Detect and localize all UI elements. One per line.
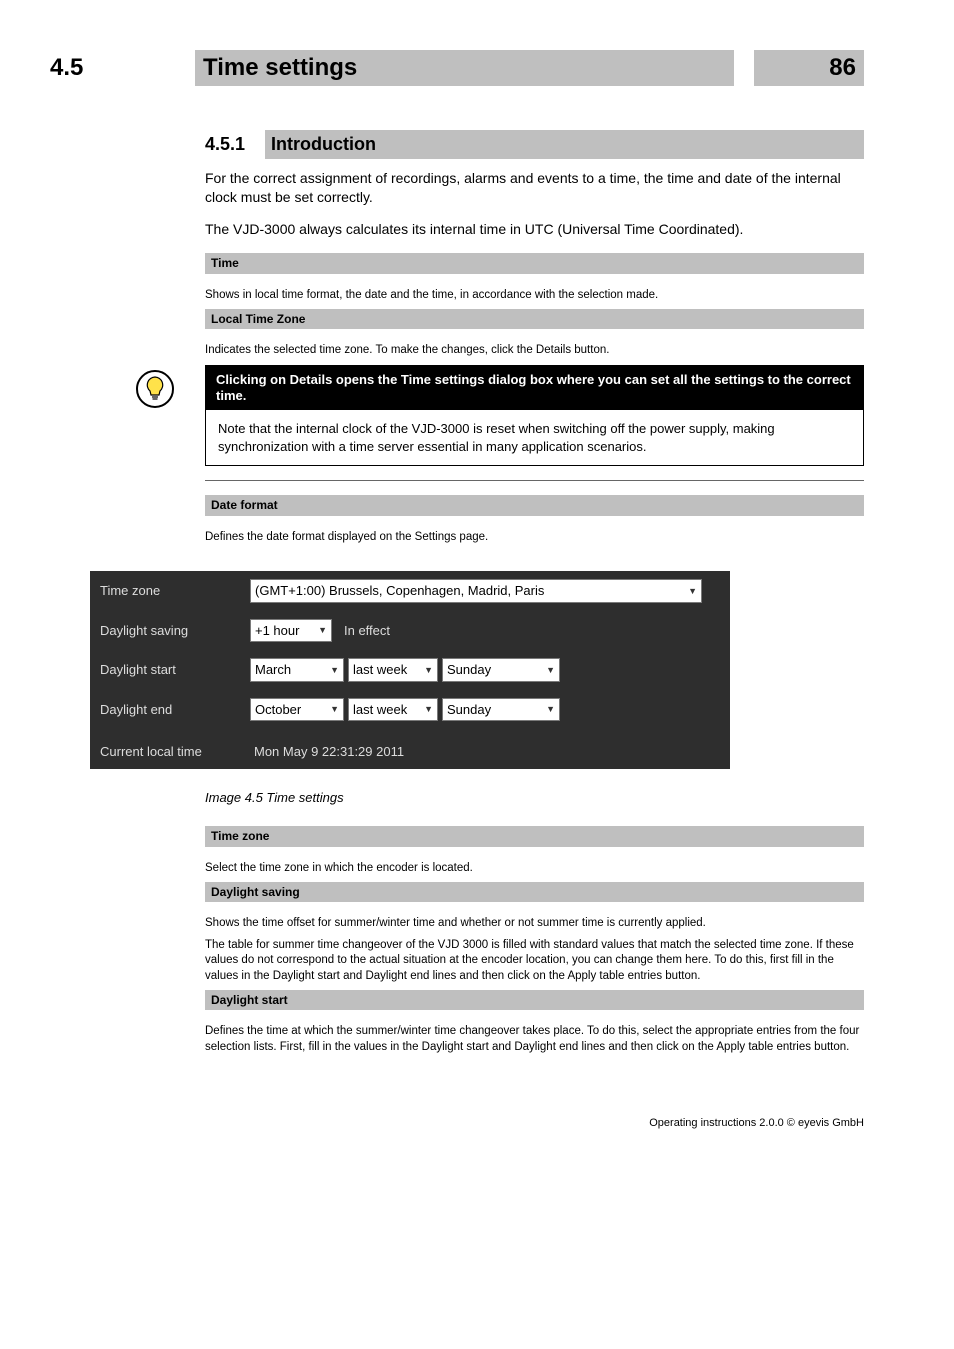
timezone-label: Time zone (100, 582, 250, 600)
chevron-down-icon: ▼ (330, 703, 339, 715)
daylight-saving-paragraph-2: The table for summer time changeover of … (205, 938, 864, 985)
daylight-start-day-select[interactable]: Sunday ▼ (442, 658, 560, 682)
chevron-down-icon: ▼ (424, 664, 433, 676)
date-format-paragraph: Defines the date format displayed on the… (205, 530, 864, 546)
chevron-down-icon: ▼ (546, 664, 555, 676)
timezone-select[interactable]: (GMT+1:00) Brussels, Copenhagen, Madrid,… (250, 579, 702, 603)
daylight-end-day-select[interactable]: Sunday ▼ (442, 698, 560, 722)
daylight-saving-row: Daylight saving +1 hour ▼ In effect (90, 611, 730, 651)
daylight-end-day-value: Sunday (447, 701, 491, 719)
timezone-select-value: (GMT+1:00) Brussels, Copenhagen, Madrid,… (255, 582, 544, 600)
chevron-down-icon: ▼ (424, 703, 433, 715)
daylight-end-month-value: October (255, 701, 301, 719)
section-number: 4.5 (50, 52, 195, 84)
divider (205, 480, 864, 481)
local-timezone-heading: Local Time Zone (205, 309, 864, 329)
note-box: Clicking on Details opens the Time setti… (135, 365, 864, 467)
timezone-row: Time zone (GMT+1:00) Brussels, Copenhage… (90, 571, 730, 611)
daylight-start-month-select[interactable]: March ▼ (250, 658, 344, 682)
section-title: Time settings (195, 50, 734, 86)
intro-paragraph-1: For the correct assignment of recordings… (205, 169, 864, 207)
current-local-time-row: Current local time Mon May 9 22:31:29 20… (90, 735, 730, 769)
chevron-down-icon: ▼ (546, 703, 555, 715)
footer-right: Operating instructions 2.0.0 © eyevis Gm… (50, 1116, 864, 1131)
daylight-start-row: Daylight start March ▼ last week ▼ Sunda… (90, 650, 730, 690)
lightbulb-icon (135, 369, 175, 409)
note-text: Note that the internal clock of the VJD-… (206, 410, 863, 465)
time-paragraph: Shows in local time format, the date and… (205, 288, 864, 304)
daylight-start-week-select[interactable]: last week ▼ (348, 658, 438, 682)
daylight-saving-select[interactable]: +1 hour ▼ (250, 619, 332, 643)
daylight-start-heading: Daylight start (205, 990, 864, 1010)
daylight-start-month-value: March (255, 661, 291, 679)
daylight-start-paragraph: Defines the time at which the summer/win… (205, 1024, 864, 1055)
daylight-end-week-value: last week (353, 701, 407, 719)
daylight-saving-heading: Daylight saving (205, 882, 864, 902)
daylight-start-week-value: last week (353, 661, 407, 679)
local-timezone-paragraph: Indicates the selected time zone. To mak… (205, 343, 864, 359)
time-heading: Time (205, 253, 864, 273)
current-local-time-value: Mon May 9 22:31:29 2011 (254, 743, 404, 761)
subsection-title: Introduction (265, 130, 864, 158)
current-local-time-label: Current local time (100, 743, 250, 761)
note-heading: Clicking on Details opens the Time setti… (206, 366, 863, 411)
chevron-down-icon: ▼ (318, 624, 327, 636)
daylight-saving-status: In effect (344, 622, 390, 640)
image-caption: Image 4.5 Time settings (205, 789, 864, 807)
daylight-end-row: Daylight end October ▼ last week ▼ Sunda… (90, 690, 730, 730)
chevron-down-icon: ▼ (330, 664, 339, 676)
daylight-start-label: Daylight start (100, 661, 250, 679)
daylight-end-label: Daylight end (100, 701, 250, 719)
daylight-start-day-value: Sunday (447, 661, 491, 679)
timezone-heading: Time zone (205, 826, 864, 846)
daylight-saving-label: Daylight saving (100, 622, 250, 640)
section-header: 4.5 Time settings 86 (50, 50, 864, 86)
page-number-top: 86 (754, 50, 864, 86)
chevron-down-icon: ▼ (688, 585, 697, 597)
intro-paragraph-2: The VJD-3000 always calculates its inter… (205, 220, 864, 239)
daylight-saving-value: +1 hour (255, 622, 299, 640)
subsection-number: 4.5.1 (205, 132, 265, 156)
daylight-saving-paragraph-1: Shows the time offset for summer/winter … (205, 916, 864, 932)
timezone-settings-panel: Time zone (GMT+1:00) Brussels, Copenhage… (90, 571, 730, 769)
subsection-header: 4.5.1 Introduction (205, 130, 864, 158)
timezone-paragraph: Select the time zone in which the encode… (205, 861, 864, 877)
daylight-end-month-select[interactable]: October ▼ (250, 698, 344, 722)
date-format-heading: Date format (205, 495, 864, 515)
daylight-end-week-select[interactable]: last week ▼ (348, 698, 438, 722)
